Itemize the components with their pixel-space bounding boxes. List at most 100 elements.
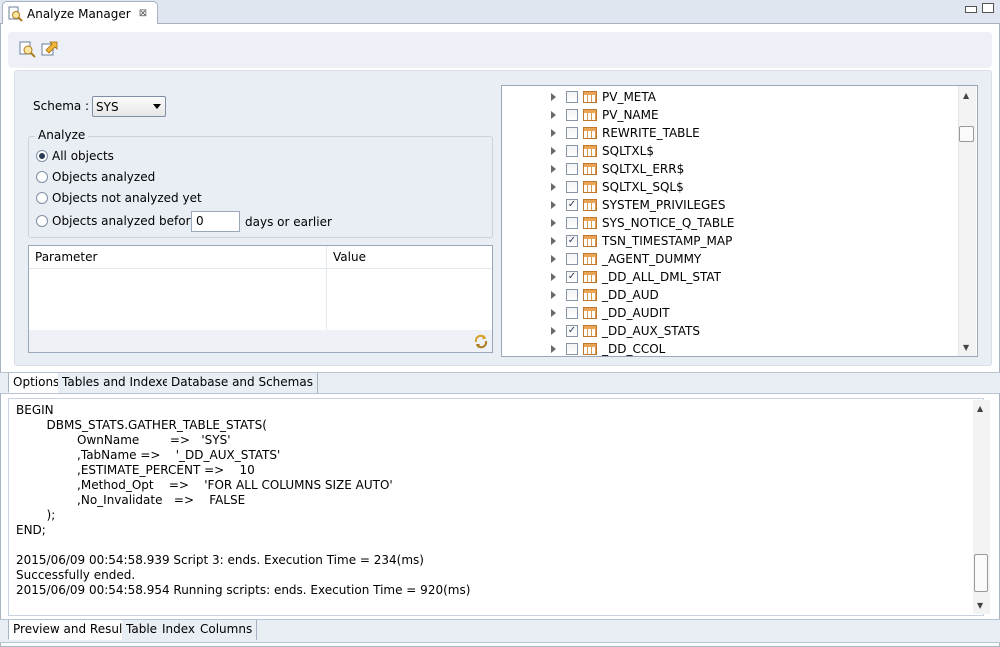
tree-item[interactable]: SQLTXL$ [502, 142, 962, 160]
tree-item-checkbox[interactable] [566, 181, 578, 193]
tab-options[interactable]: Options [8, 373, 65, 393]
scroll-down-icon[interactable]: ▼ [963, 343, 969, 352]
tree-item-label: REWRITE_TABLE [602, 126, 700, 140]
chevron-right-icon[interactable] [551, 255, 556, 263]
column-header-parameter[interactable]: Parameter [35, 250, 97, 264]
tree-item-checkbox[interactable] [566, 127, 578, 139]
tree-item[interactable]: ✓ SYSTEM_PRIVILEGES [502, 196, 962, 214]
radio-objects-analyzed-before[interactable]: Objects analyzed before [36, 214, 198, 228]
tree-item-label: SYSTEM_PRIVILEGES [602, 198, 726, 212]
radio-icon[interactable] [36, 215, 48, 227]
radio-label: Objects analyzed [52, 170, 156, 184]
radio-icon[interactable] [36, 192, 48, 204]
tree-item-checkbox[interactable] [566, 253, 578, 265]
tree-item-checkbox[interactable] [566, 145, 578, 157]
tree-item[interactable]: ✓ _DD_ALL_DML_STAT [502, 268, 962, 286]
tree-item[interactable]: ✓ TSN_TIMESTAMP_MAP [502, 232, 962, 250]
radio-objects-not-analyzed[interactable]: Objects not analyzed yet [36, 191, 202, 205]
radio-objects-analyzed[interactable]: Objects analyzed [36, 170, 155, 184]
scroll-down-icon[interactable]: ▼ [977, 601, 983, 610]
tree-item[interactable]: _DD_AUDIT [502, 304, 962, 322]
tab-table[interactable]: Table [122, 620, 163, 640]
tree-item-checkbox[interactable] [566, 343, 578, 355]
tab-index[interactable]: Index [158, 620, 201, 640]
column-header-value[interactable]: Value [333, 250, 366, 264]
schema-selected-value: SYS [96, 99, 119, 114]
radio-label: Objects not analyzed yet [52, 191, 202, 205]
tab-tables-and-indexes[interactable]: Tables and Indexes [58, 373, 181, 393]
tree-item[interactable]: _AGENT_DUMMY [502, 250, 962, 268]
column-divider [326, 246, 327, 331]
tab-columns[interactable]: Columns [196, 620, 258, 640]
chevron-right-icon[interactable] [551, 201, 556, 209]
tree-item[interactable]: SYS_NOTICE_Q_TABLE [502, 214, 962, 232]
radio-icon[interactable] [36, 171, 48, 183]
tab-database-and-schemas[interactable]: Database and Schemas [167, 373, 318, 393]
minimize-icon[interactable] [965, 6, 977, 13]
parameter-table-header: Parameter Value [29, 246, 492, 269]
tree-item[interactable]: SQLTXL_SQL$ [502, 178, 962, 196]
tree-item-checkbox[interactable] [566, 109, 578, 121]
days-input[interactable]: 0 [191, 211, 240, 232]
script-scroll-thumb[interactable] [974, 554, 988, 592]
radio-all-objects[interactable]: All objects [36, 149, 114, 163]
tree-item-label: SQLTXL$ [602, 144, 654, 158]
tree-item[interactable]: ✓ _DD_AUX_STATS [502, 322, 962, 340]
script-line: ,Method_Opt => 'FOR ALL COLUMNS SIZE AUT… [16, 478, 393, 492]
tree-item[interactable]: _DD_AUD [502, 286, 962, 304]
parameter-table: Parameter Value [28, 245, 493, 353]
tree-item-label: _DD_AUD [602, 288, 659, 302]
table-icon [583, 91, 597, 103]
chevron-right-icon[interactable] [551, 129, 556, 137]
tree-item[interactable]: PV_NAME [502, 106, 962, 124]
tab-preview-and-results[interactable]: Preview and Results [8, 620, 139, 640]
chevron-down-icon [153, 104, 161, 109]
chevron-right-icon[interactable] [551, 183, 556, 191]
tree-item-checkbox[interactable] [566, 163, 578, 175]
tree-item[interactable]: REWRITE_TABLE [502, 124, 962, 142]
refresh-icon[interactable] [473, 333, 489, 349]
tree-item-label: PV_NAME [602, 108, 659, 122]
table-icon [583, 271, 597, 283]
table-icon [583, 163, 597, 175]
chevron-right-icon[interactable] [551, 165, 556, 173]
chevron-right-icon[interactable] [551, 309, 556, 317]
chevron-right-icon[interactable] [551, 219, 556, 227]
tree-item-checkbox[interactable]: ✓ [566, 235, 578, 247]
tree-item-checkbox[interactable]: ✓ [566, 271, 578, 283]
tree-item-checkbox[interactable] [566, 289, 578, 301]
chevron-right-icon[interactable] [551, 291, 556, 299]
tree-item-checkbox[interactable] [566, 91, 578, 103]
chevron-right-icon[interactable] [551, 345, 556, 353]
tree-item[interactable]: PV_META [502, 88, 962, 106]
scroll-up-icon[interactable]: ▲ [977, 404, 983, 413]
scroll-up-icon[interactable]: ▲ [963, 91, 969, 100]
table-icon [583, 325, 597, 337]
analyze-run-icon[interactable] [18, 40, 36, 58]
analyze-group-legend: Analyze [35, 128, 89, 142]
chevron-right-icon[interactable] [551, 327, 556, 335]
chevron-right-icon[interactable] [551, 111, 556, 119]
tree-item-checkbox[interactable] [566, 217, 578, 229]
export-script-icon[interactable] [40, 40, 58, 58]
maximize-icon[interactable] [982, 3, 994, 13]
tree-item-checkbox[interactable]: ✓ [566, 325, 578, 337]
tree-item[interactable]: _DD_CCOL [502, 340, 962, 356]
chevron-right-icon[interactable] [551, 237, 556, 245]
editor-tab-title: Analyze Manager [27, 6, 131, 21]
script-line: DBMS_STATS.GATHER_TABLE_STATS( [16, 418, 267, 432]
tree-item-checkbox[interactable]: ✓ [566, 199, 578, 211]
radio-selected-icon[interactable] [36, 150, 48, 162]
chevron-right-icon[interactable] [551, 93, 556, 101]
parameter-table-footer [29, 330, 492, 352]
script-output[interactable]: BEGIN DBMS_STATS.GATHER_TABLE_STATS( Own… [8, 398, 984, 616]
tree-item[interactable]: SQLTXL_ERR$ [502, 160, 962, 178]
editor-tab-analyze-manager[interactable]: Analyze Manager ⊠ [2, 1, 159, 25]
schema-select[interactable]: SYS [92, 96, 166, 117]
script-line: BEGIN [16, 403, 54, 417]
chevron-right-icon[interactable] [551, 273, 556, 281]
tree-item-checkbox[interactable] [566, 307, 578, 319]
chevron-right-icon[interactable] [551, 147, 556, 155]
close-tab-icon[interactable]: ⊠ [139, 8, 147, 19]
tree-scroll-thumb[interactable] [959, 126, 974, 142]
